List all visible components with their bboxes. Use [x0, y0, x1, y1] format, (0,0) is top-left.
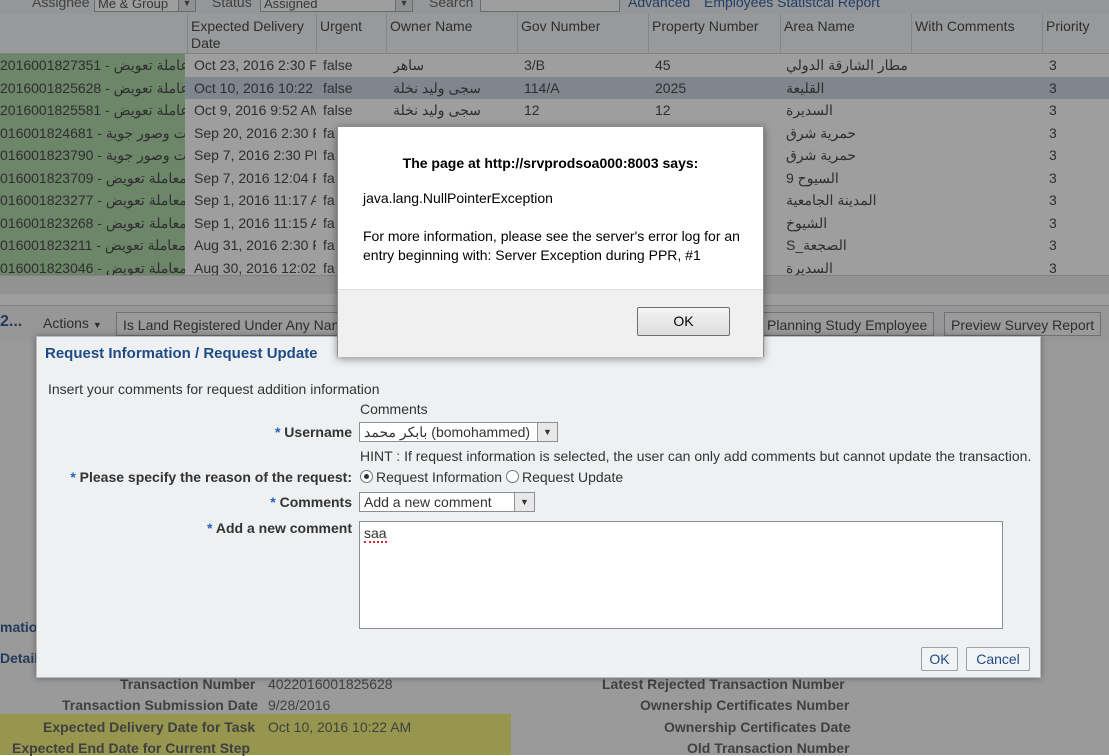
chevron-down-icon[interactable]: ▼	[537, 423, 557, 441]
alert-footer: OK	[338, 289, 763, 357]
alert-message-block: java.lang.NullPointerException For more …	[363, 189, 743, 265]
comments-label: * Comments	[270, 494, 352, 510]
reason-radio-group: Request Information Request Update	[360, 469, 623, 485]
username-label-text: Username	[284, 424, 352, 440]
radio-selected-icon[interactable]	[360, 470, 373, 483]
alert-dialog: The page at http://srvprodsoa000:8003 sa…	[337, 126, 764, 357]
username-label: * Username	[275, 424, 352, 440]
username-value: بابكر محمد (bomohammed)	[364, 424, 531, 440]
required-mark: *	[270, 494, 276, 510]
required-mark: *	[70, 469, 76, 485]
radio-label: Request Information	[376, 469, 503, 485]
chevron-down-icon[interactable]: ▼	[514, 493, 534, 511]
new-comment-textarea[interactable]: saa	[359, 521, 1003, 629]
dialog-cancel-button[interactable]: Cancel	[966, 647, 1030, 671]
radio-request-update[interactable]: Request Update	[505, 469, 624, 485]
comments-label-text: Comments	[279, 494, 352, 510]
alert-message: For more information, please see the ser…	[363, 228, 740, 263]
radio-unselected-icon[interactable]	[505, 470, 519, 483]
username-select[interactable]: بابكر محمد (bomohammed) ▼	[359, 422, 558, 442]
required-mark: *	[207, 520, 213, 536]
request-instruction: Insert your comments for request additio…	[48, 381, 380, 397]
reason-label: * Please specify the reason of the reque…	[70, 469, 352, 485]
radio-label: Request Update	[521, 469, 624, 485]
alert-ok-button[interactable]: OK	[637, 307, 730, 336]
new-comment-text: saa	[364, 525, 387, 543]
comments-select-value: Add a new comment	[364, 494, 492, 510]
alert-title: The page at http://srvprodsoa000:8003 sa…	[402, 155, 699, 171]
comments-heading: Comments	[360, 401, 428, 417]
reason-label-text: Please specify the reason of the request…	[79, 469, 352, 485]
radio-request-information[interactable]: Request Information	[360, 469, 502, 485]
request-dialog: Request Information / Request Update Ins…	[36, 336, 1041, 678]
alert-exception: java.lang.NullPointerException	[363, 190, 553, 206]
request-hint: HINT : If request information is selecte…	[360, 448, 1032, 464]
new-comment-label-text: Add a new comment	[215, 520, 352, 536]
dialog-ok-button[interactable]: OK	[921, 647, 958, 671]
required-mark: *	[274, 424, 281, 440]
new-comment-label: * Add a new comment	[207, 520, 352, 536]
request-dialog-title: Request Information / Request Update	[45, 345, 318, 362]
comments-select[interactable]: Add a new comment ▼	[359, 492, 535, 512]
